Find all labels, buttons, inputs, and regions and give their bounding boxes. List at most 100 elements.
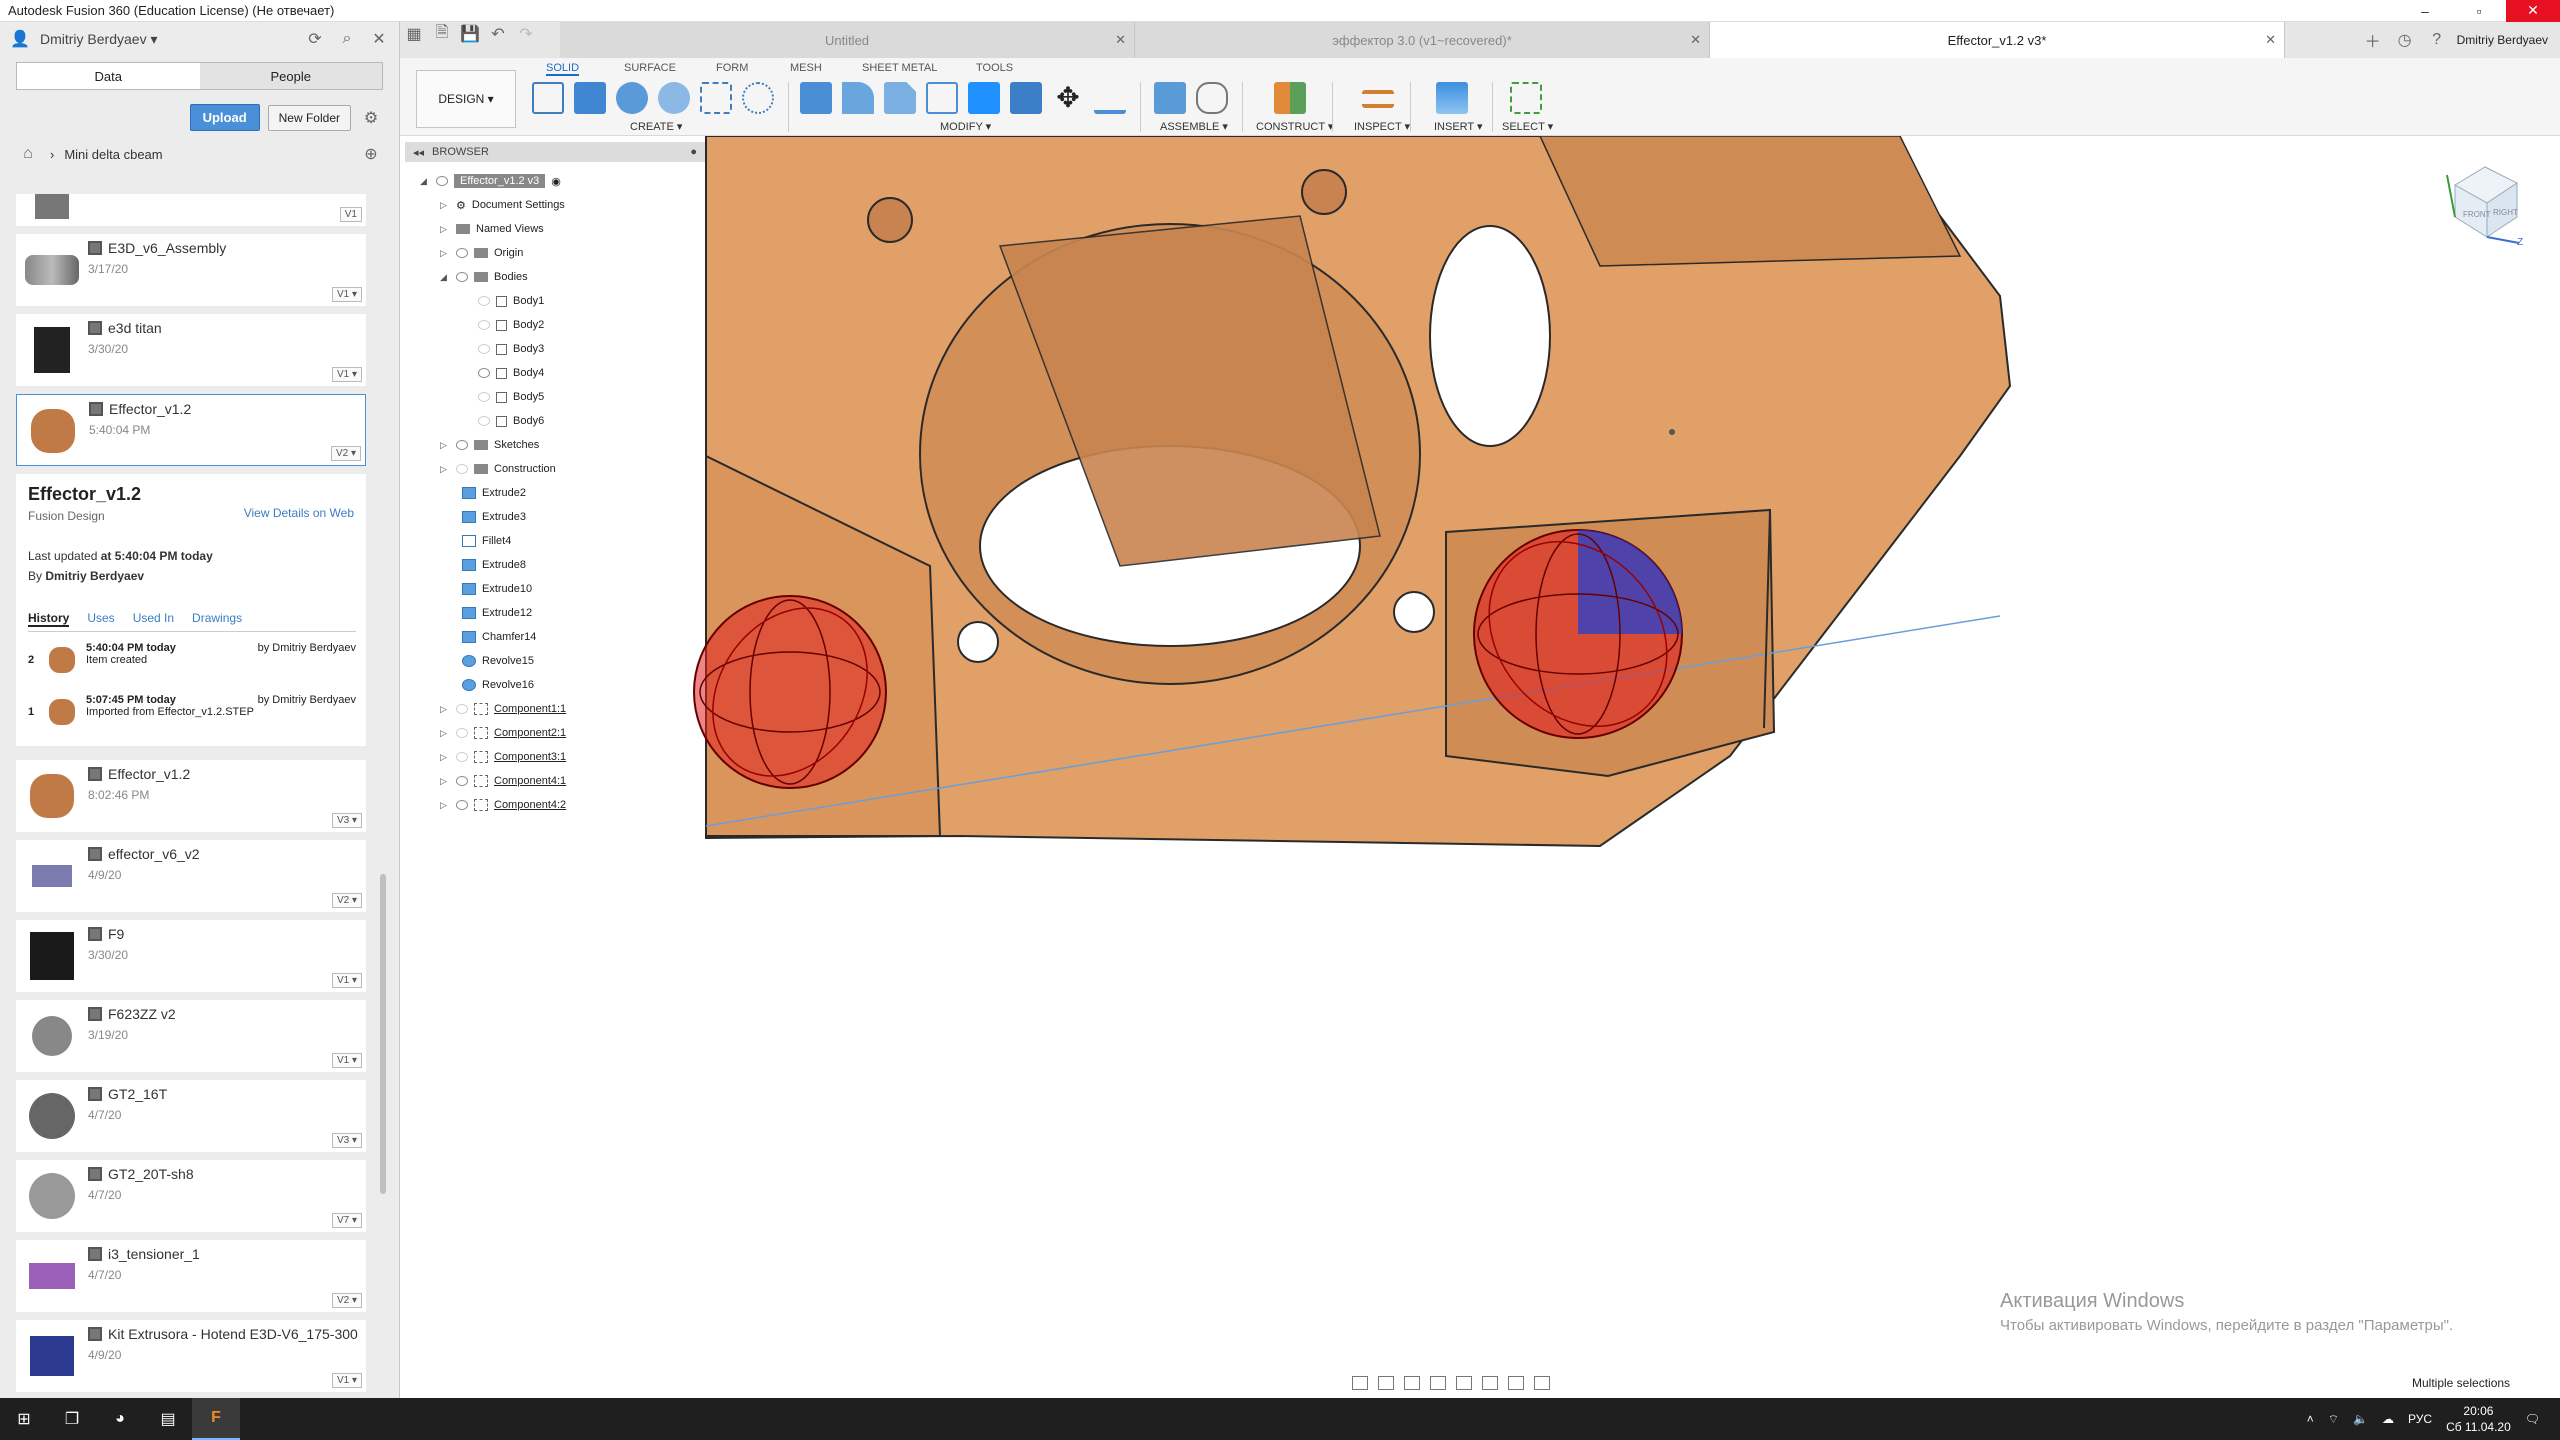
chamfer-icon[interactable]	[884, 82, 916, 114]
browser-header[interactable]: ◂◂ BROWSER ●	[405, 142, 705, 162]
shell-icon[interactable]	[926, 82, 958, 114]
notifications-icon[interactable]: 🗨	[2525, 1412, 2540, 1426]
clock[interactable]: 20:06 Сб 11.04.20	[2446, 1403, 2511, 1435]
user-menu[interactable]: Dmitriy Berdyaev ▾	[40, 31, 295, 48]
offset-plane-icon[interactable]	[1274, 82, 1306, 114]
close-tab-icon[interactable]: ✕	[2265, 32, 2276, 48]
pan-icon[interactable]	[1404, 1376, 1420, 1390]
grid-settings-icon[interactable]	[1508, 1376, 1524, 1390]
tab-used-in[interactable]: Used In	[133, 611, 174, 627]
eye-icon[interactable]	[478, 344, 490, 354]
measure-icon[interactable]	[1362, 90, 1394, 108]
close-button[interactable]: ✕	[2506, 0, 2560, 22]
mirror-icon[interactable]	[742, 82, 774, 114]
upload-button[interactable]: Upload	[189, 104, 260, 131]
collapse-triangle-icon[interactable]: ◢	[440, 272, 450, 283]
expand-triangle-icon[interactable]: ▷	[440, 464, 450, 475]
list-item[interactable]: F9 3/30/20 V1 ▾	[16, 920, 366, 992]
notepad-icon[interactable]: ▤	[144, 1398, 192, 1440]
expand-triangle-icon[interactable]: ▷	[440, 440, 450, 451]
browser-component[interactable]: ▷ Component2:1	[440, 724, 566, 742]
workspace-switcher[interactable]: DESIGN ▾	[416, 70, 516, 128]
doc-tab-effector-v1-2[interactable]: Effector_v1.2 v3* ✕	[1710, 22, 2285, 58]
browser-root[interactable]: ◢ Effector_v1.2 v3 ◉	[420, 172, 561, 190]
target-icon[interactable]: ◉	[551, 175, 561, 188]
insert-image-icon[interactable]	[1436, 82, 1468, 114]
version-badge[interactable]: V1 ▾	[331, 1373, 362, 1388]
align-icon[interactable]	[1094, 82, 1126, 114]
list-item[interactable]: GT2_20T-sh8 4/7/20 V7 ▾	[16, 1160, 366, 1232]
account-name[interactable]: Dmitriy Berdyaev	[2457, 33, 2548, 47]
group-select[interactable]: SELECT ▾	[1502, 120, 1553, 133]
gear-icon[interactable]: ⚙	[359, 106, 383, 130]
expand-triangle-icon[interactable]: ▷	[440, 776, 450, 787]
browser-feature[interactable]: Fillet4	[462, 532, 511, 550]
browser-feature[interactable]: Chamfer14	[462, 628, 536, 646]
doc-tab-untitled[interactable]: Untitled ✕	[560, 22, 1135, 58]
list-item-selected[interactable]: Effector_v1.2 5:40:04 PM V2 ▾	[16, 394, 366, 466]
fillet-icon[interactable]	[842, 82, 874, 114]
home-icon[interactable]: ⌂	[16, 142, 40, 166]
close-tab-icon[interactable]: ✕	[1690, 32, 1701, 48]
eye-icon[interactable]	[436, 176, 448, 186]
eye-icon[interactable]	[456, 800, 468, 810]
pin-icon[interactable]: ●	[690, 146, 697, 158]
browser-component[interactable]: ▷ Component4:2	[440, 796, 566, 814]
tab-uses[interactable]: Uses	[87, 611, 114, 627]
browser-component[interactable]: ▷ Component4:1	[440, 772, 566, 790]
browser-node-body[interactable]: Body1	[478, 292, 544, 310]
joint-icon[interactable]	[1196, 82, 1228, 114]
expand-triangle-icon[interactable]: ▷	[440, 800, 450, 811]
new-folder-button[interactable]: New Folder	[267, 104, 351, 131]
browser-node[interactable]: ▷ Construction	[440, 460, 556, 478]
orbit-icon[interactable]	[1352, 1376, 1368, 1390]
eye-icon[interactable]	[456, 752, 468, 762]
pattern-icon[interactable]	[700, 82, 732, 114]
redo-icon[interactable]: ↷	[512, 22, 540, 46]
expand-triangle-icon[interactable]: ▷	[440, 728, 450, 739]
browser-feature[interactable]: Revolve16	[462, 676, 534, 694]
collapse-triangle-icon[interactable]: ◢	[420, 176, 430, 187]
tab-surface[interactable]: SURFACE	[624, 62, 676, 74]
tab-sheet-metal[interactable]: SHEET METAL	[862, 62, 937, 74]
viewports-icon[interactable]	[1534, 1376, 1550, 1390]
history-entry[interactable]: 2 5:40:04 PM today Item created by Dmitri…	[28, 642, 356, 684]
zoom-icon[interactable]	[1430, 1376, 1446, 1390]
eye-icon[interactable]	[478, 320, 490, 330]
move-icon[interactable]: ✥	[1052, 82, 1084, 114]
version-badge[interactable]: V1 ▾	[331, 367, 362, 382]
group-create[interactable]: CREATE ▾	[630, 120, 682, 133]
browser-feature[interactable]: Extrude2	[462, 484, 526, 502]
collapse-icon[interactable]: ◂◂	[413, 146, 424, 159]
eye-icon[interactable]	[478, 368, 490, 378]
search-icon[interactable]: ⌕	[335, 27, 359, 51]
close-panel-icon[interactable]: ✕	[367, 27, 391, 51]
display-settings-icon[interactable]	[1482, 1376, 1498, 1390]
new-component-icon[interactable]	[1154, 82, 1186, 114]
list-item[interactable]: e3d titan 3/30/20 V1 ▾	[16, 314, 366, 386]
look-at-icon[interactable]	[1378, 1376, 1394, 1390]
clock-icon[interactable]: ◷	[2393, 28, 2417, 52]
browser-feature[interactable]: Extrude10	[462, 580, 532, 598]
browser-node-body[interactable]: Body3	[478, 340, 544, 358]
group-assemble[interactable]: ASSEMBLE ▾	[1160, 120, 1228, 133]
selection-status[interactable]: Multiple selections	[2412, 1376, 2510, 1390]
model-view[interactable]	[400, 136, 2560, 1398]
eye-icon[interactable]	[456, 248, 468, 258]
tab-data[interactable]: Data	[17, 63, 200, 89]
file-icon[interactable]: 🗎	[428, 22, 456, 46]
eye-icon[interactable]	[456, 272, 468, 282]
windows-start-icon[interactable]: ⊞	[0, 1398, 48, 1440]
eye-icon[interactable]	[478, 392, 490, 402]
chrome-icon[interactable]: ◕	[96, 1398, 144, 1440]
tab-tools[interactable]: TOOLS	[976, 62, 1013, 74]
eye-icon[interactable]	[478, 296, 490, 306]
version-badge[interactable]: V3 ▾	[331, 813, 362, 828]
browser-feature[interactable]: Extrude8	[462, 556, 526, 574]
expand-triangle-icon[interactable]: ▷	[440, 704, 450, 715]
browser-component[interactable]: ▷ Component1:1	[440, 700, 566, 718]
version-badge[interactable]: V1	[339, 207, 362, 222]
tab-history[interactable]: History	[28, 611, 70, 627]
revolve-icon[interactable]	[616, 82, 648, 114]
group-insert[interactable]: INSERT ▾	[1434, 120, 1483, 133]
